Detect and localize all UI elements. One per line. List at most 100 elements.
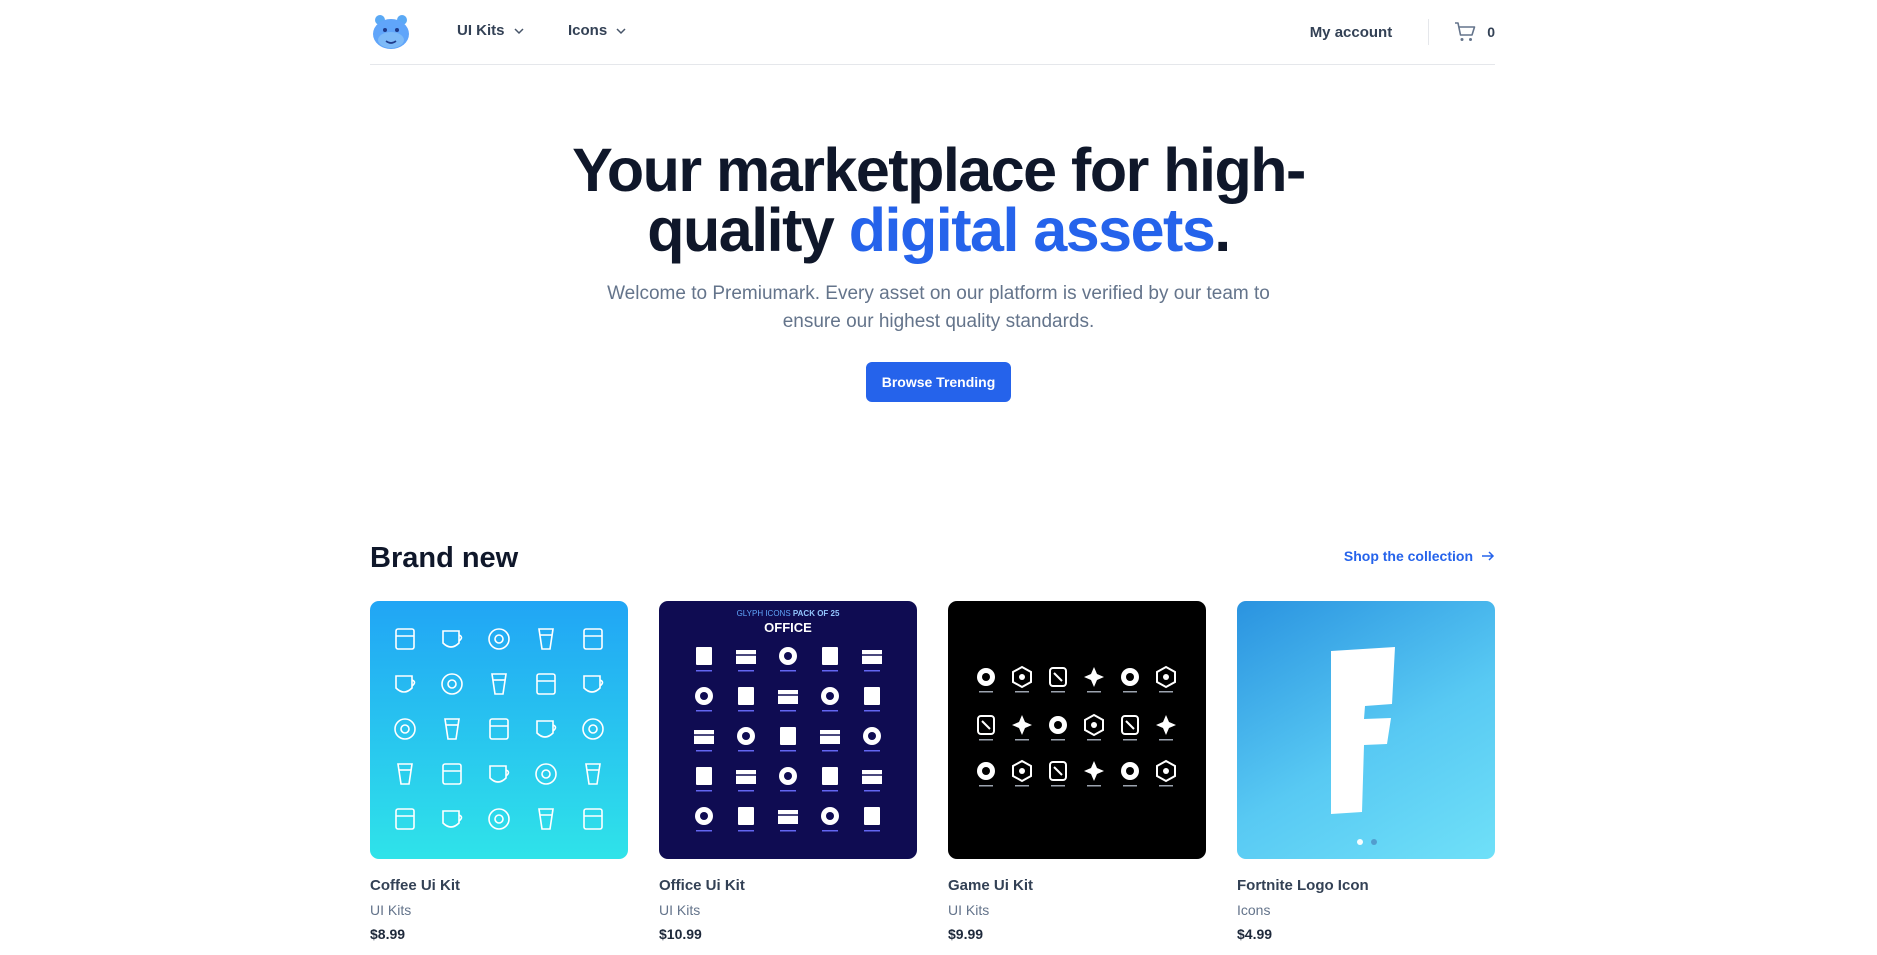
office-glyph-icon — [737, 727, 755, 752]
game-glyph-icon — [977, 668, 995, 693]
coffee-glyph-icon — [444, 718, 460, 740]
carousel-dot-active[interactable] — [1357, 839, 1363, 845]
product-image-fortnite-icon[interactable] — [1237, 601, 1495, 859]
office-glyph-icon — [779, 767, 797, 792]
office-glyph-icon — [778, 810, 798, 832]
coffee-glyph-icon — [397, 763, 413, 785]
office-glyph-icon — [696, 767, 712, 792]
hero-title-end: . — [1214, 196, 1231, 264]
game-glyph-icon — [1012, 665, 1032, 693]
game-icons-grid — [977, 665, 1176, 787]
coffee-glyph-icon — [395, 675, 416, 693]
product-grid: Coffee Ui Kit UI Kits $8.99 GLYPH ICONS … — [370, 601, 1495, 942]
product-name: Office Ui Kit — [659, 877, 745, 894]
coffee-glyph-icon — [394, 718, 416, 740]
nav-ui-kits-dropdown[interactable]: UI Kits — [457, 22, 525, 39]
coffee-glyph-icon — [536, 720, 557, 738]
my-account-link[interactable]: My account — [1310, 24, 1393, 41]
product-card[interactable]: Game Ui Kit UI Kits $9.99 — [948, 601, 1206, 942]
coffee-glyph-icon — [489, 765, 510, 783]
product-price: $8.99 — [370, 926, 406, 942]
game-glyph-icon — [1156, 759, 1176, 787]
game-glyph-icon — [1084, 713, 1104, 741]
coffee-glyph-icon — [489, 718, 509, 740]
game-glyph-icon — [977, 762, 995, 787]
section-title: Brand new — [370, 542, 519, 574]
product-card[interactable]: Fortnite Logo Icon Icons $4.99 — [1237, 601, 1495, 942]
hippo-logo[interactable] — [370, 12, 412, 52]
office-glyph-icon — [864, 807, 880, 832]
nav-right-group: My account 0 — [1310, 0, 1495, 64]
nav-ui-kits-label: UI Kits — [457, 22, 505, 39]
product-category: Icons — [1237, 902, 1271, 918]
product-category: UI Kits — [659, 902, 701, 918]
hero-title: Your marketplace for high-quality digita… — [539, 140, 1339, 261]
coffee-glyph-icon — [583, 628, 603, 650]
coffee-glyph-icon — [488, 628, 510, 650]
hero-section: Your marketplace for high-quality digita… — [0, 140, 1877, 402]
product-name: Coffee Ui Kit — [370, 877, 460, 894]
coffee-glyph-icon — [538, 808, 554, 830]
office-glyph-icon — [862, 770, 882, 792]
coffee-glyph-icon — [583, 675, 604, 693]
carousel-dot[interactable] — [1371, 839, 1377, 845]
office-glyph-icon — [821, 807, 839, 832]
product-image-game-kit[interactable] — [948, 601, 1206, 859]
coffee-glyph-icon — [442, 810, 463, 828]
nav-icons-dropdown[interactable]: Icons — [568, 22, 627, 39]
coffee-icons-grid — [394, 628, 604, 830]
product-image-office-kit[interactable]: GLYPH ICONS PACK OF 25 OFFICE — [659, 601, 917, 859]
shop-collection-link[interactable]: Shop the collection — [1344, 548, 1495, 564]
office-glyph-icon — [863, 727, 881, 752]
office-glyph-icon — [738, 687, 754, 712]
fortnite-f-logo — [1331, 647, 1395, 814]
office-icons-grid: GLYPH ICONS PACK OF 25 OFFICE — [694, 609, 882, 832]
product-category: UI Kits — [948, 902, 990, 918]
office-glyph-icon — [696, 647, 712, 672]
office-glyph-icon — [779, 647, 797, 672]
office-glyph-icon — [864, 687, 880, 712]
product-name: Fortnite Logo Icon — [1237, 877, 1369, 894]
office-glyph-icon — [695, 687, 713, 712]
office-glyph-icon — [778, 690, 798, 712]
hero-subtitle: Welcome to Premiumark. Every asset on ou… — [607, 283, 1270, 332]
office-glyph-icon — [822, 767, 838, 792]
product-card[interactable]: Coffee Ui Kit UI Kits $8.99 — [370, 601, 628, 942]
cart-button[interactable]: 0 — [1453, 20, 1495, 44]
product-price: $9.99 — [948, 926, 984, 942]
browse-trending-button[interactable]: Browse Trending — [865, 362, 1012, 402]
game-glyph-icon — [1049, 716, 1067, 741]
coffee-glyph-icon — [583, 808, 603, 830]
page: UI Kits Icons My account 0 Your marketpl… — [0, 0, 1877, 955]
chevron-down-icon — [513, 27, 524, 34]
game-glyph-icon — [1049, 761, 1067, 787]
product-name: Game Ui Kit — [948, 877, 1034, 894]
coffee-glyph-icon — [488, 808, 510, 830]
office-glyph-icon — [822, 647, 838, 672]
product-image-coffee-kit[interactable] — [370, 601, 628, 859]
product-card[interactable]: GLYPH ICONS PACK OF 25 OFFICE Office Ui … — [659, 601, 917, 942]
office-glyph-icon — [736, 770, 756, 792]
brand-new-header: Brand new Shop the collection — [370, 538, 1495, 578]
product-price: $10.99 — [659, 926, 702, 942]
chevron-down-icon — [616, 27, 626, 34]
coffee-glyph-icon — [442, 630, 463, 648]
coffee-glyph-icon — [395, 628, 415, 650]
coffee-glyph-icon — [442, 763, 462, 785]
coffee-glyph-icon — [441, 673, 463, 695]
shop-collection-label: Shop the collection — [1343, 548, 1473, 564]
hero-title-accent: digital assets — [848, 196, 1216, 264]
game-glyph-icon — [1049, 667, 1067, 693]
office-glyph-icon — [738, 807, 754, 832]
office-glyph-icon — [820, 730, 840, 752]
game-glyph-icon — [1084, 667, 1104, 693]
office-image-heading-1: GLYPH ICONS PACK OF 25 — [737, 609, 840, 618]
game-glyph-icon — [1121, 715, 1139, 741]
game-glyph-icon — [1012, 715, 1032, 741]
office-glyph-icon — [862, 650, 882, 672]
game-glyph-icon — [1121, 762, 1139, 787]
nav-icons-label: Icons — [568, 22, 608, 39]
coffee-glyph-icon — [538, 628, 554, 650]
office-image-heading-2: OFFICE — [764, 620, 812, 635]
office-glyph-icon — [694, 730, 714, 752]
